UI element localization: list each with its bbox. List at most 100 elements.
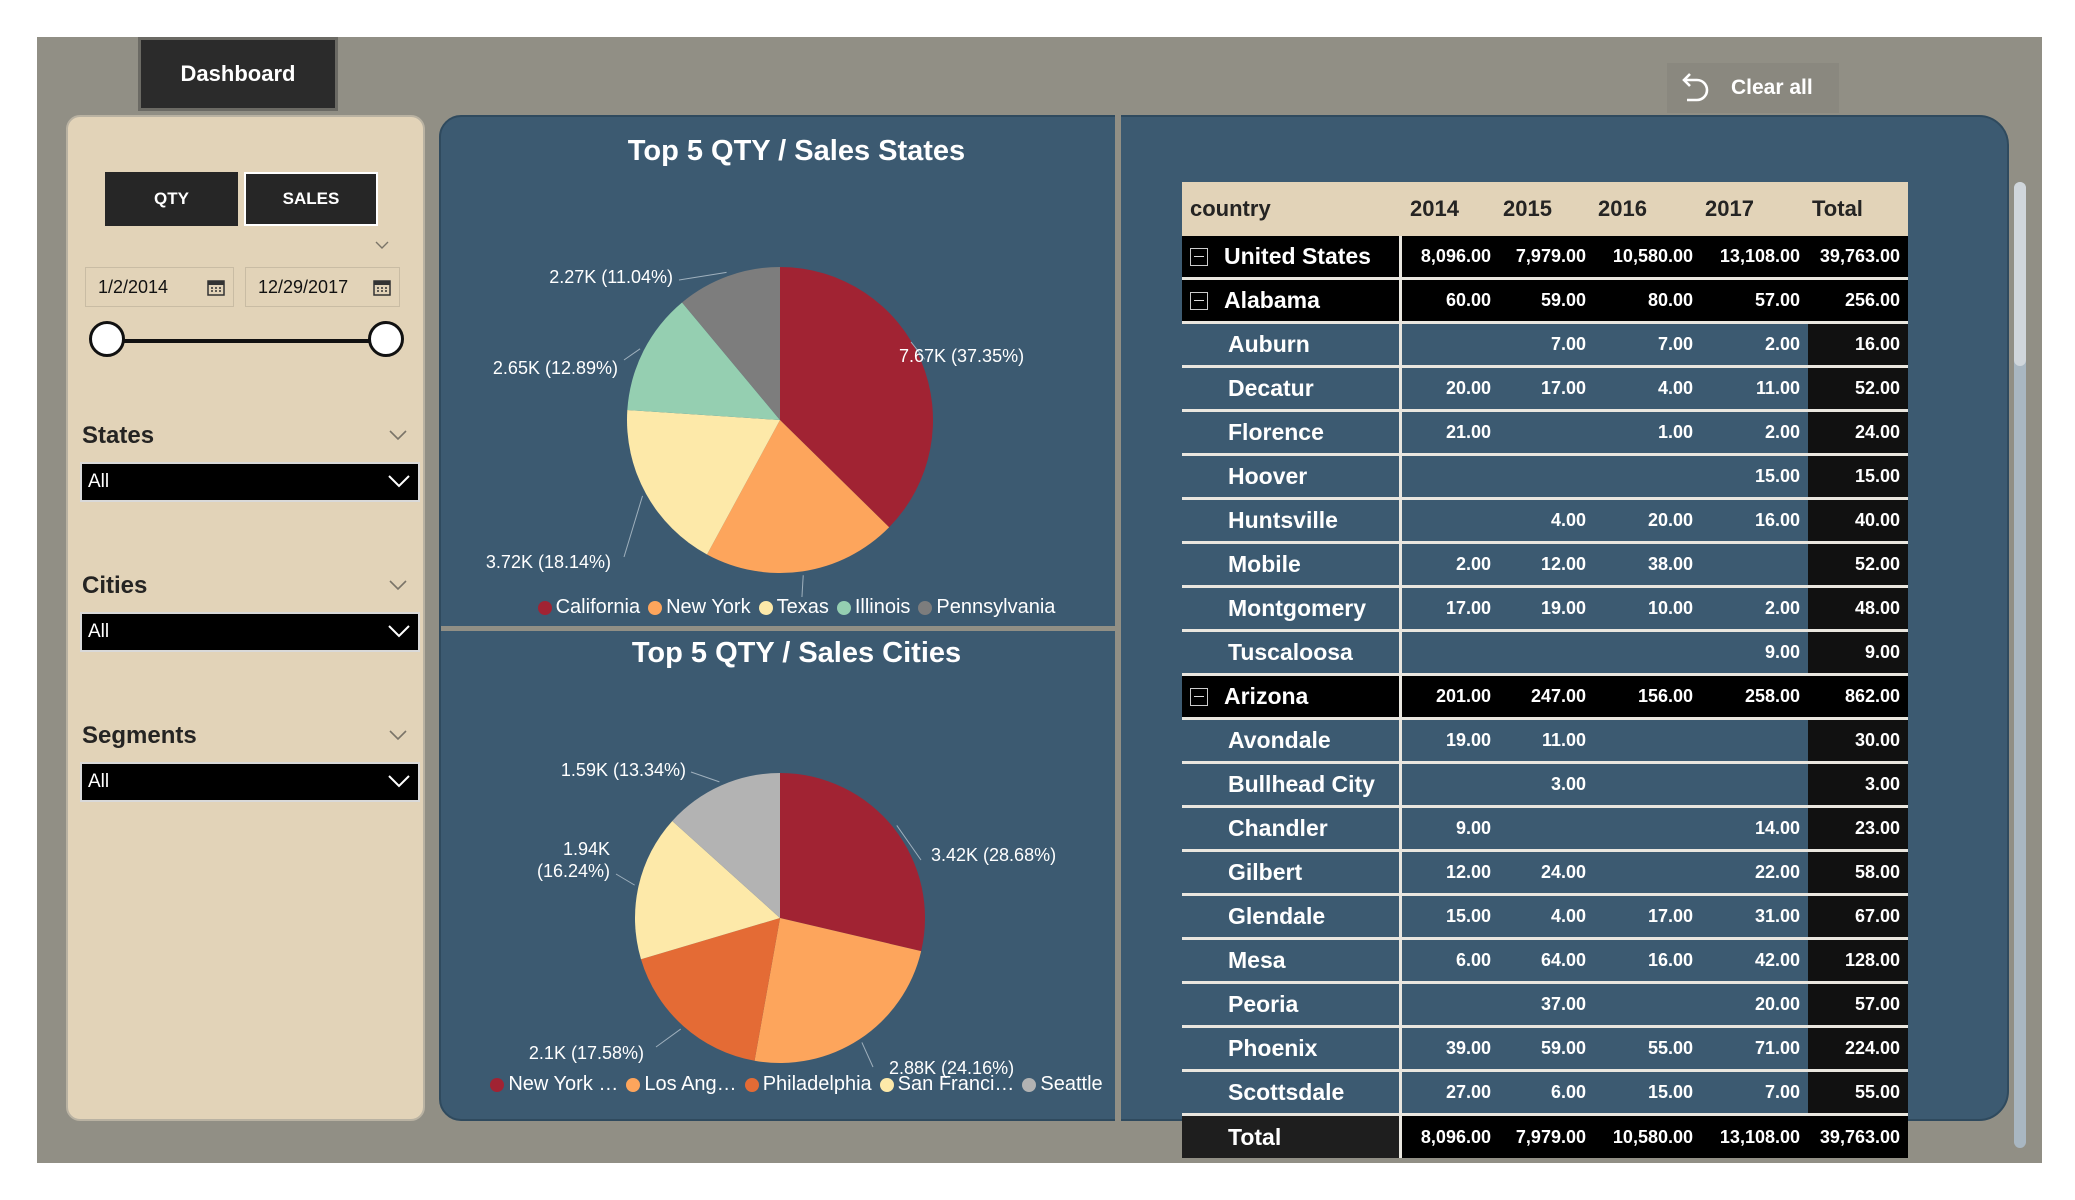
legend-item[interactable]: San Franci…	[879, 1073, 1014, 1096]
row-name: Alabama	[1224, 287, 1320, 313]
date-slider-track[interactable]	[108, 339, 384, 343]
date-slider-start-handle[interactable]	[89, 321, 125, 357]
sales-toggle-button[interactable]: SALES	[244, 172, 378, 226]
row-name: Mesa	[1228, 947, 1286, 973]
legend-item[interactable]: Illinois	[836, 596, 910, 619]
states-slicer-title: States	[82, 422, 155, 449]
row-name: Chandler	[1228, 815, 1328, 841]
matrix-row[interactable]: Scottsdale 27.00 6.00 15.00 7.00 55.00	[1182, 1072, 1908, 1116]
matrix-row[interactable]: Tuscaloosa 9.00 9.00	[1182, 632, 1908, 676]
matrix-row[interactable]: Gilbert 12.00 24.00 22.00 58.00	[1182, 852, 1908, 896]
row-total-cell: 52.00	[1808, 368, 1908, 409]
column-header-country[interactable]: country	[1182, 196, 1402, 222]
collapse-icon[interactable]	[1190, 247, 1208, 266]
legend-item[interactable]: New York	[648, 596, 751, 619]
filter-panel: QTY SALES 1/2/2014 12/29/2017 States All…	[66, 115, 425, 1121]
row-total-cell: 9.00	[1808, 632, 1908, 673]
date-slider-end-handle[interactable]	[368, 321, 404, 357]
chevron-down-icon[interactable]	[375, 240, 389, 250]
row-label: Bullhead City	[1182, 764, 1402, 805]
matrix-group-row[interactable]: Arizona 201.00 247.00 156.00 258.00 862.00	[1182, 676, 1908, 720]
matrix-row[interactable]: Mesa 6.00 64.00 16.00 42.00 128.00	[1182, 940, 1908, 984]
matrix-row[interactable]: Hoover 15.00 15.00	[1182, 456, 1908, 500]
cities-dropdown[interactable]: All	[80, 612, 420, 652]
data-label: 2.27K (11.04%)	[549, 267, 673, 287]
value-cell: 38.00	[1647, 554, 1693, 574]
matrix-group-row[interactable]: United States 8,096.00 7,979.00 10,580.00 13…	[1182, 236, 1908, 280]
row-label: Chandler	[1182, 808, 1402, 849]
value-cell: 3.00	[1550, 774, 1586, 794]
column-header-2016[interactable]: 2016	[1594, 196, 1701, 222]
value-cell: 10,580.00	[1612, 246, 1693, 266]
matrix-row[interactable]: Auburn 7.00 7.00 2.00 16.00	[1182, 324, 1908, 368]
matrix-row[interactable]: Huntsville 4.00 20.00 16.00 40.00	[1182, 500, 1908, 544]
row-label: Arizona	[1182, 676, 1402, 717]
row-label: Tuscaloosa	[1182, 632, 1402, 673]
column-header-total[interactable]: Total	[1808, 196, 1908, 222]
chevron-down-icon[interactable]	[389, 729, 407, 741]
value-cell: 19.00	[1445, 730, 1491, 750]
calendar-icon[interactable]	[207, 278, 225, 296]
date-from-field[interactable]: 1/2/2014	[85, 267, 234, 307]
value-cell: 20.00	[1754, 994, 1800, 1014]
matrix-row[interactable]: Bullhead City 3.00 3.00	[1182, 764, 1908, 808]
row-total-cell: 30.00	[1808, 720, 1908, 761]
matrix-row[interactable]: Avondale 19.00 11.00 30.00	[1182, 720, 1908, 764]
row-label: United States	[1182, 236, 1402, 277]
clear-all-button[interactable]: Clear all	[1667, 63, 1839, 113]
dashboard-tab[interactable]: Dashboard	[138, 37, 338, 111]
legend-label: New York …	[508, 1073, 619, 1095]
legend-item[interactable]: Pennsylvania	[918, 596, 1055, 619]
states-dropdown[interactable]: All	[80, 462, 420, 502]
label-leader-line	[801, 575, 804, 597]
date-to-field[interactable]: 12/29/2017	[245, 267, 400, 307]
matrix-row[interactable]: Phoenix 39.00 59.00 55.00 71.00 224.00	[1182, 1028, 1908, 1072]
legend-item[interactable]: Los Ang…	[626, 1073, 737, 1096]
matrix-row[interactable]: Decatur 20.00 17.00 4.00 11.00 52.00	[1182, 368, 1908, 412]
column-header-2017[interactable]: 2017	[1701, 196, 1808, 222]
value-cell	[1499, 456, 1594, 497]
value-cell: 14.00	[1754, 818, 1800, 838]
calendar-icon[interactable]	[373, 278, 391, 296]
value-cell	[1594, 984, 1701, 1025]
data-label: 3.42K (28.68%)	[931, 845, 1056, 865]
value-cell	[1402, 764, 1499, 805]
matrix-group-row[interactable]: Alabama 60.00 59.00 80.00 57.00 256.00	[1182, 280, 1908, 324]
matrix-header: country 2014 2015 2016 2017 Total	[1182, 182, 1908, 236]
value-cell	[1499, 808, 1594, 849]
matrix-scrollbar-thumb[interactable]	[2014, 182, 2026, 366]
matrix-row[interactable]: Peoria 37.00 20.00 57.00	[1182, 984, 1908, 1028]
legend-dot-icon	[626, 1077, 641, 1092]
row-label: Avondale	[1182, 720, 1402, 761]
qty-toggle-button[interactable]: QTY	[105, 172, 238, 226]
collapse-icon[interactable]	[1190, 291, 1208, 310]
matrix-row[interactable]: Montgomery 17.00 19.00 10.00 2.00 48.00	[1182, 588, 1908, 632]
clear-all-label: Clear all	[1731, 76, 1813, 99]
legend-item[interactable]: Texas	[758, 596, 829, 619]
legend-item[interactable]: New York …	[490, 1073, 618, 1096]
segments-dropdown[interactable]: All	[80, 762, 420, 802]
row-total-cell: 23.00	[1808, 808, 1908, 849]
chevron-down-icon[interactable]	[389, 429, 407, 441]
row-name: Bullhead City	[1228, 771, 1375, 797]
legend-item[interactable]: Philadelphia	[744, 1073, 872, 1096]
matrix-row[interactable]: Florence 21.00 1.00 2.00 24.00	[1182, 412, 1908, 456]
row-name: Hoover	[1228, 463, 1308, 489]
collapse-icon[interactable]	[1190, 687, 1208, 706]
legend-item[interactable]: California	[537, 596, 640, 619]
legend-dot-icon	[758, 600, 773, 615]
row-label: Gilbert	[1182, 852, 1402, 893]
chevron-down-icon[interactable]	[389, 579, 407, 591]
matrix-row[interactable]: Glendale 15.00 4.00 17.00 31.00 67.00	[1182, 896, 1908, 940]
value-cell: 6.00	[1455, 950, 1491, 970]
row-total-cell: 24.00	[1808, 412, 1908, 453]
column-header-2015[interactable]: 2015	[1499, 196, 1594, 222]
matrix-row[interactable]: Mobile 2.00 12.00 38.00 52.00	[1182, 544, 1908, 588]
column-header-2014[interactable]: 2014	[1402, 196, 1499, 222]
data-label: 1.94K	[563, 839, 610, 859]
value-cell: 11.00	[1755, 378, 1800, 398]
legend-item[interactable]: Seattle	[1022, 1073, 1103, 1096]
value-cell: 57.00	[1754, 290, 1800, 310]
matrix-row[interactable]: Chandler 9.00 14.00 23.00	[1182, 808, 1908, 852]
value-cell: 12.00	[1540, 554, 1586, 574]
